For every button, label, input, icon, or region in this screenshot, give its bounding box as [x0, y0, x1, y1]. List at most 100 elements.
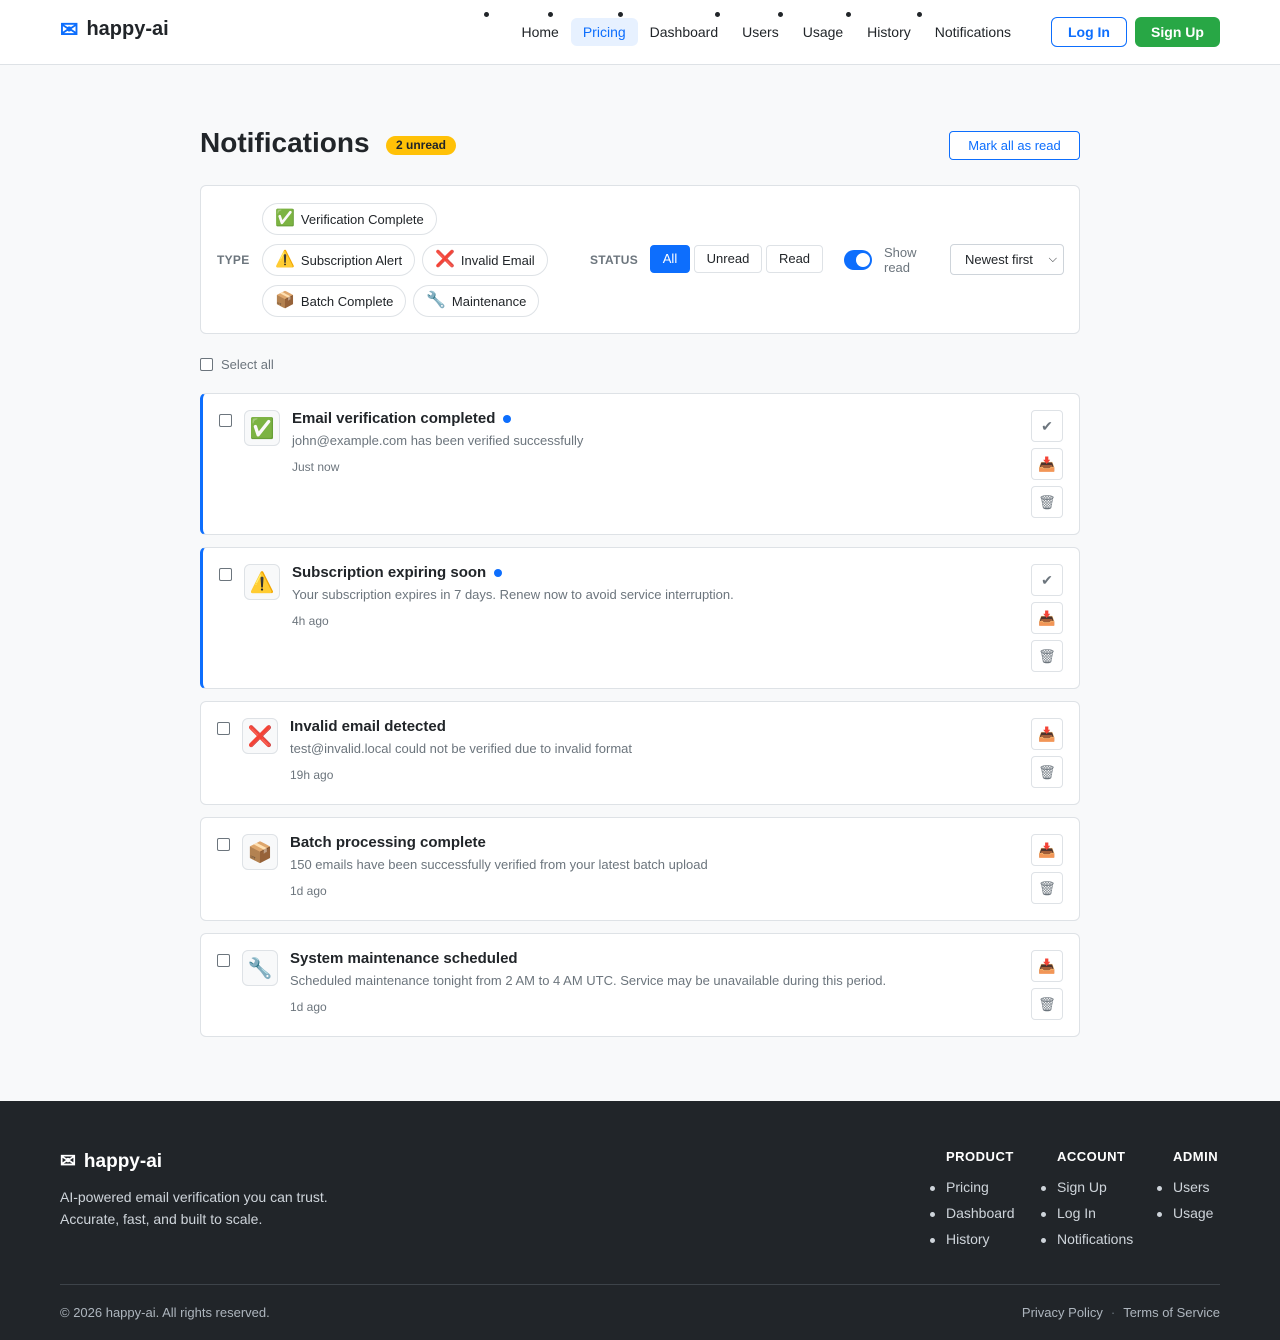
notification-time: 4h ago — [292, 614, 329, 628]
show-read-toggle[interactable] — [844, 250, 872, 270]
notification-checkbox[interactable] — [217, 722, 230, 735]
nav-link-dashboard[interactable]: Dashboard — [638, 18, 731, 46]
footer-tagline: AI-powered email verification you can tr… — [60, 1189, 328, 1227]
mark-read-button[interactable]: ✔ — [1031, 564, 1063, 596]
notification-checkbox[interactable] — [217, 838, 230, 851]
nav-bullet — [917, 12, 922, 17]
delete-button[interactable]: 🗑 — [1031, 988, 1063, 1020]
chip-label: Subscription Alert — [300, 252, 403, 268]
brand-logo[interactable]: ✉ happy-ai — [60, 18, 169, 41]
type-chip-batch[interactable]: 📦 Batch Complete — [262, 285, 407, 317]
notification-time: Just now — [292, 460, 340, 474]
status-read-button[interactable]: Read — [766, 245, 823, 273]
footer-link[interactable]: Sign Up — [1041, 1179, 1133, 1205]
type-chip-invalid-email[interactable]: ❌ Invalid Email — [422, 244, 548, 276]
terms-link[interactable]: Terms of Service — [1123, 1305, 1220, 1320]
notification-card[interactable]: 🔧 System maintenance scheduled Scheduled… — [200, 933, 1080, 1037]
chip-label: Batch Complete — [300, 293, 394, 309]
footer-link[interactable]: Notifications — [1041, 1231, 1133, 1257]
archive-button[interactable]: 📥 — [1031, 834, 1063, 866]
nav-links: Home Pricing Dashboard Users Usage Histo… — [509, 18, 1023, 46]
delete-button[interactable]: 🗑 — [1031, 872, 1063, 904]
archive-button[interactable]: 📥 — [1031, 448, 1063, 480]
nav-link-users[interactable]: Users — [730, 18, 791, 46]
wrench-icon: 🔧 — [242, 950, 278, 986]
status-all-button[interactable]: All — [650, 245, 690, 273]
notification-title: Batch processing complete — [290, 834, 486, 851]
footer-legal-links: Privacy Policy · Terms of Service — [1022, 1305, 1220, 1320]
footer-link[interactable]: Log In — [1041, 1205, 1133, 1231]
notification-time: 1d ago — [290, 884, 327, 898]
nav-bullet — [778, 12, 783, 17]
signup-button[interactable]: Sign Up — [1135, 17, 1220, 47]
delete-button[interactable]: 🗑 — [1031, 640, 1063, 672]
nav-bullet — [715, 12, 720, 17]
check-icon: ✅ — [244, 410, 280, 446]
show-read-label: Show read — [884, 245, 917, 275]
footer-col-title: PRODUCT — [946, 1149, 1014, 1164]
footer-link[interactable]: Pricing — [930, 1179, 1015, 1205]
notification-time: 19h ago — [290, 768, 334, 782]
login-button[interactable]: Log In — [1051, 17, 1127, 47]
footer-brand[interactable]: ✉ happy-ai — [60, 1150, 162, 1173]
warning-icon: ⚠️ — [275, 251, 295, 268]
footer-col-account: Sign Up Log In Notifications — [1041, 1179, 1133, 1257]
nav-link-usage[interactable]: Usage — [791, 18, 855, 46]
notification-title-text: System maintenance scheduled — [290, 950, 518, 967]
select-all[interactable]: Select all — [200, 357, 274, 372]
package-icon: 📦 — [242, 834, 278, 870]
nav-bullet — [548, 12, 553, 17]
notification-message: john@example.com has been verified succe… — [292, 433, 584, 448]
mark-all-read-button[interactable]: Mark all as read — [949, 131, 1080, 160]
notification-card[interactable]: ⚠️ Subscription expiring soon Your subsc… — [200, 547, 1080, 689]
archive-button[interactable]: 📥 — [1031, 718, 1063, 750]
footer-link[interactable]: Dashboard — [930, 1205, 1015, 1231]
notification-title: Subscription expiring soon — [292, 564, 503, 581]
mark-read-button[interactable]: ✔ — [1031, 410, 1063, 442]
notification-card[interactable]: ❌ Invalid email detected test@invalid.lo… — [200, 701, 1080, 805]
delete-button[interactable]: 🗑 — [1031, 486, 1063, 518]
envelope-icon: ✉ — [60, 1151, 76, 1172]
footer-link[interactable]: Users — [1157, 1179, 1213, 1205]
type-chip-verification[interactable]: ✅ Verification Complete — [262, 203, 437, 235]
archive-button[interactable]: 📥 — [1031, 602, 1063, 634]
notification-message: 150 emails have been successfully verifi… — [290, 857, 708, 872]
archive-button[interactable]: 📥 — [1031, 950, 1063, 982]
privacy-link[interactable]: Privacy Policy — [1022, 1305, 1103, 1320]
nav-link-history[interactable]: History — [855, 18, 923, 46]
footer-copyright: © 2026 happy-ai. All rights reserved. — [60, 1305, 270, 1320]
status-unread-button[interactable]: Unread — [694, 245, 762, 273]
notification-checkbox[interactable] — [219, 568, 232, 581]
chip-label: Invalid Email — [460, 252, 535, 268]
nav-link-notifications[interactable]: Notifications — [923, 18, 1023, 46]
notification-checkbox[interactable] — [219, 414, 232, 427]
nav-link-pricing[interactable]: Pricing — [570, 18, 638, 46]
select-all-checkbox[interactable] — [200, 358, 213, 371]
wrench-icon: 🔧 — [426, 292, 446, 309]
status-filter-label: STATUS — [590, 253, 639, 267]
warning-icon: ⚠️ — [244, 564, 280, 600]
footer-divider — [60, 1284, 1220, 1285]
chip-label: Maintenance — [451, 293, 527, 309]
type-chip-maintenance[interactable]: 🔧 Maintenance — [413, 285, 540, 317]
footer-link[interactable]: Usage — [1157, 1205, 1213, 1231]
nav-bullet — [484, 12, 489, 17]
delete-button[interactable]: 🗑 — [1031, 756, 1063, 788]
check-icon: ✅ — [275, 210, 295, 227]
footer-col-title: ADMIN — [1173, 1149, 1219, 1164]
notification-card[interactable]: ✅ Email verification completed john@exam… — [200, 393, 1080, 535]
notification-message: Scheduled maintenance tonight from 2 AM … — [290, 973, 887, 988]
notification-checkbox[interactable] — [217, 954, 230, 967]
page-title: Notifications — [200, 127, 370, 158]
nav-bullet — [846, 12, 851, 17]
footer-separator: · — [1110, 1305, 1116, 1320]
footer-col-product: Pricing Dashboard History — [930, 1179, 1015, 1257]
notification-title: Invalid email detected — [290, 718, 446, 735]
sort-select[interactable]: Newest first ⌵ — [950, 244, 1064, 275]
notification-title-text: Subscription expiring soon — [292, 564, 487, 581]
footer-link[interactable]: History — [930, 1231, 1015, 1257]
notification-card[interactable]: 📦 Batch processing complete 150 emails h… — [200, 817, 1080, 921]
type-chip-subscription[interactable]: ⚠️ Subscription Alert — [262, 244, 416, 276]
nav-link-home[interactable]: Home — [509, 18, 570, 46]
type-filter-label: TYPE — [217, 253, 250, 267]
